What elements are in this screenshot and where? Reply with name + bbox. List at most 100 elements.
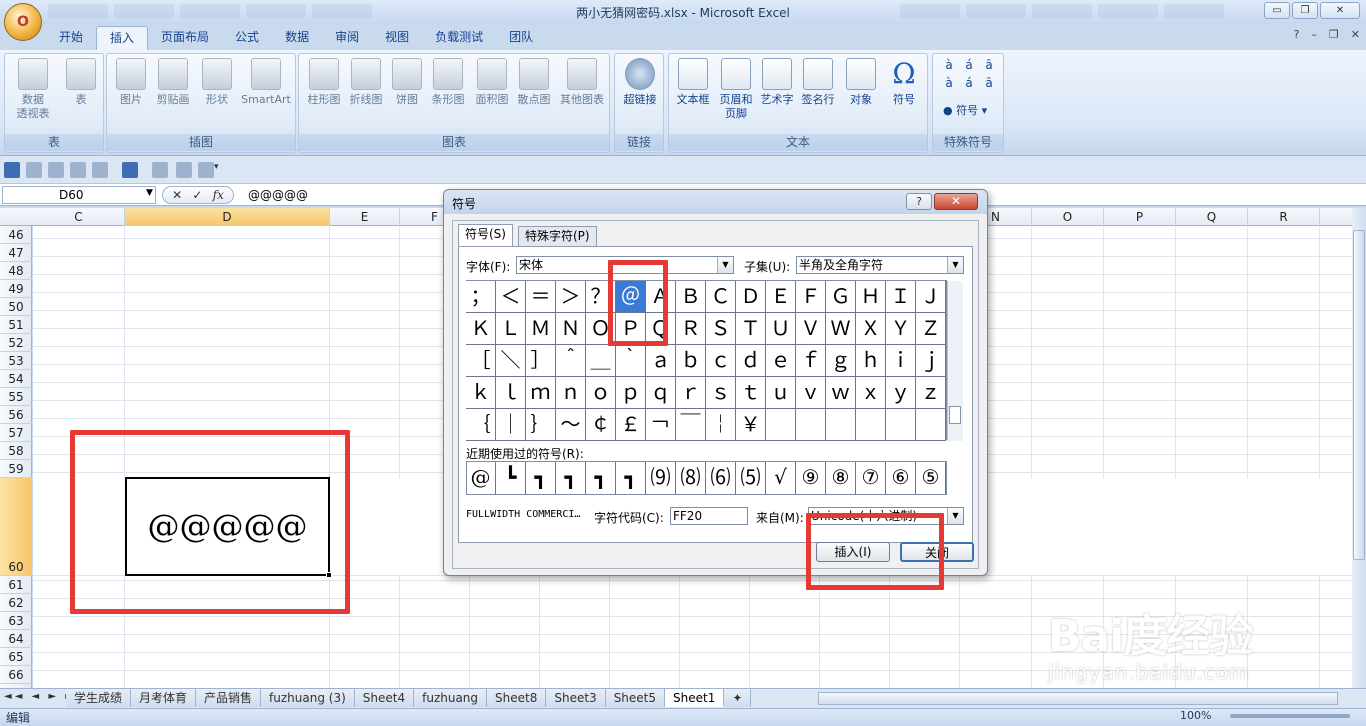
selected-symbol-cell[interactable]: ＠ <box>616 281 646 313</box>
dialog-help-button[interactable]: ? <box>906 193 932 210</box>
row-header-54[interactable]: 54 <box>0 370 32 388</box>
font-select[interactable]: 宋体 ▼ <box>516 256 734 274</box>
recent-symbol-cell[interactable]: ⑧ <box>826 462 856 494</box>
symbol-cell[interactable]: Ｒ <box>676 313 706 345</box>
special-char[interactable]: ā <box>979 76 999 90</box>
other-charts-button[interactable]: 其他图表 <box>555 58 609 107</box>
tab-symbols[interactable]: 符号(S) <box>458 224 513 246</box>
customize-qat-icon[interactable]: ▾ <box>214 162 222 178</box>
textbox-button[interactable]: 文本框 <box>671 58 715 107</box>
special-symbol-dropdown[interactable]: ● 符号 ▾ <box>943 102 987 118</box>
formula-input[interactable]: @@@@@ <box>248 186 308 204</box>
symbol-cell[interactable]: ； <box>466 281 496 313</box>
symbol-cell[interactable]: ｆ <box>796 345 826 377</box>
symbol-cell[interactable]: ｕ <box>766 377 796 409</box>
symbol-button[interactable]: Ω 符号 <box>883 58 925 107</box>
close-button[interactable]: ✕ <box>1320 2 1360 19</box>
object-button[interactable]: 对象 <box>841 58 881 107</box>
tab-data[interactable]: 数据 <box>272 26 322 50</box>
print-preview-icon[interactable] <box>48 162 64 178</box>
symbol-cell[interactable]: ｇ <box>826 345 856 377</box>
column-header-q[interactable]: Q <box>1176 208 1248 226</box>
sheet-tab[interactable]: fuzhuang <box>414 689 488 707</box>
recent-symbol-cell[interactable]: ⑥ <box>886 462 916 494</box>
recent-symbol-cell[interactable]: ┗ <box>496 462 526 494</box>
zoom-level[interactable]: 100% <box>1180 709 1211 722</box>
header-footer-button[interactable]: 页眉和 页脚 <box>715 58 757 121</box>
chart-icon[interactable] <box>176 162 192 178</box>
row-header-59[interactable]: 59 <box>0 460 32 478</box>
sheet-tab[interactable]: 学生成绩 <box>66 689 132 707</box>
symbol-cell[interactable]: Ｉ <box>886 281 916 313</box>
symbol-cell[interactable] <box>796 409 826 441</box>
recent-symbol-cell[interactable]: ┓ <box>616 462 646 494</box>
symbol-cell[interactable] <box>886 409 916 441</box>
symbol-cell[interactable]: ￢ <box>646 409 676 441</box>
symbol-cell[interactable]: Ｆ <box>796 281 826 313</box>
row-header-60[interactable]: 60 <box>0 478 32 576</box>
symbol-cell[interactable]: Ｍ <box>526 313 556 345</box>
subset-select[interactable]: 半角及全角字符 ▼ <box>796 256 964 274</box>
special-char[interactable]: à <box>939 58 959 72</box>
char-code-input[interactable]: FF20 <box>670 507 748 525</box>
from-select[interactable]: Unicode(十六进制) ▼ <box>808 507 964 525</box>
row-header-64[interactable]: 64 <box>0 630 32 648</box>
symbol-cell[interactable]: ｉ <box>886 345 916 377</box>
recent-symbol-cell[interactable]: √ <box>766 462 796 494</box>
symbol-cell[interactable]: ｙ <box>886 377 916 409</box>
symbol-cell[interactable]: Ｑ <box>646 313 676 345</box>
symbol-cell[interactable]: ｋ <box>466 377 496 409</box>
area-chart-button[interactable]: 面积图 <box>471 58 513 107</box>
minimize-button[interactable]: ▭ <box>1264 2 1290 19</box>
tab-home[interactable]: 开始 <box>46 26 96 50</box>
symbol-cell[interactable]: ｎ <box>556 377 586 409</box>
office-button[interactable]: O <box>4 3 42 41</box>
column-chart-button[interactable]: 柱形图 <box>303 58 345 107</box>
symbol-cell[interactable]: ｈ <box>856 345 886 377</box>
picture-button[interactable]: 图片 <box>113 58 149 107</box>
row-header-63[interactable]: 63 <box>0 612 32 630</box>
symbol-cell[interactable]: ｂ <box>676 345 706 377</box>
symbol-cell[interactable]: ｐ <box>616 377 646 409</box>
tab-special-chars[interactable]: 特殊字符(P) <box>518 226 597 246</box>
symbol-cell[interactable]: Ｙ <box>886 313 916 345</box>
symbol-cell[interactable]: ｅ <box>766 345 796 377</box>
symbol-cell[interactable]: Ｌ <box>496 313 526 345</box>
cancel-icon[interactable]: ✕ <box>172 188 182 202</box>
symbol-cell[interactable]: ｏ <box>586 377 616 409</box>
symbol-cell[interactable]: Ｘ <box>856 313 886 345</box>
symbol-cell[interactable]: ￥ <box>736 409 766 441</box>
recent-symbol-cell[interactable]: ┓ <box>556 462 586 494</box>
symbol-cell[interactable]: ＝ <box>526 281 556 313</box>
symbol-cell[interactable]: ｃ <box>706 345 736 377</box>
sheet-tab[interactable]: fuzhuang (3) <box>261 689 355 707</box>
symbol-cell[interactable]: ｔ <box>736 377 766 409</box>
undo-icon[interactable] <box>122 162 138 178</box>
symbol-cell[interactable]: Ｓ <box>706 313 736 345</box>
tab-team[interactable]: 团队 <box>496 26 546 50</box>
recent-symbol-cell[interactable]: ⑹ <box>706 462 736 494</box>
fx-icon[interactable]: fx <box>213 188 224 202</box>
symbol-cell[interactable]: ｍ <box>526 377 556 409</box>
wordart-button[interactable]: 艺术字 <box>757 58 797 107</box>
symbol-cell[interactable]: ＞ <box>556 281 586 313</box>
symbol-cell[interactable]: Ｚ <box>916 313 946 345</box>
tab-view[interactable]: 视图 <box>372 26 422 50</box>
insert-button[interactable]: 插入(I) <box>816 542 890 562</box>
symbol-cell[interactable] <box>766 409 796 441</box>
enter-icon[interactable]: ✓ <box>192 188 202 202</box>
symbol-cell[interactable]: Ｕ <box>766 313 796 345</box>
symbol-cell[interactable]: ［ <box>466 345 496 377</box>
row-header-51[interactable]: 51 <box>0 316 32 334</box>
row-header-66[interactable]: 66 <box>0 666 32 684</box>
symbol-cell[interactable]: Ｂ <box>676 281 706 313</box>
tab-page-layout[interactable]: 页面布局 <box>148 26 222 50</box>
special-char[interactable]: á <box>959 58 979 72</box>
symbol-cell[interactable]: ￤ <box>706 409 736 441</box>
row-header-55[interactable]: 55 <box>0 388 32 406</box>
row-header-52[interactable]: 52 <box>0 334 32 352</box>
special-char[interactable]: à <box>939 76 959 90</box>
symbol-cell[interactable]: Ｅ <box>766 281 796 313</box>
row-header-48[interactable]: 48 <box>0 262 32 280</box>
symbol-cell[interactable]: ＼ <box>496 345 526 377</box>
